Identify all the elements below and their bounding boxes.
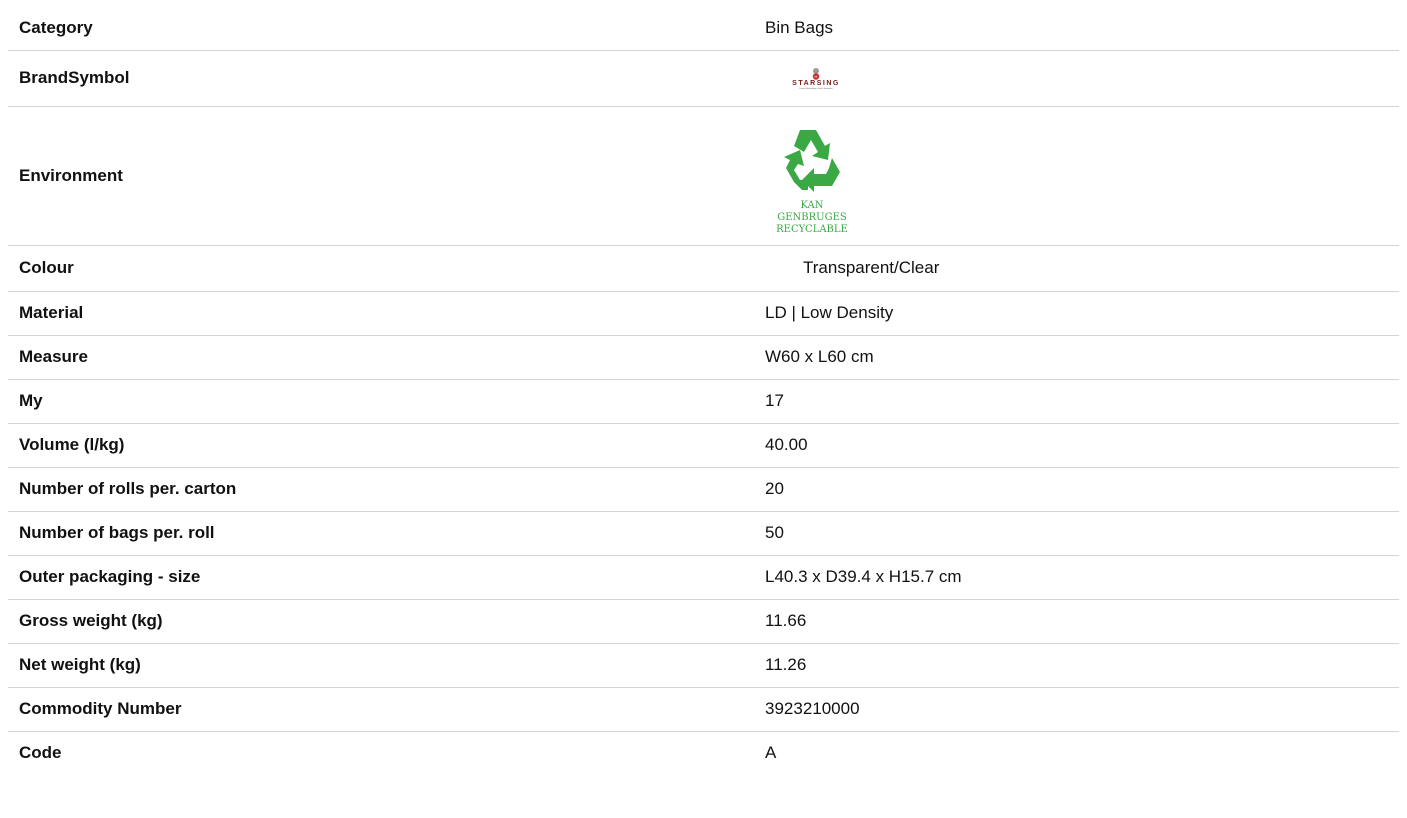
product-spec-table: Category Bin Bags BrandSymbol H STARSING… bbox=[8, 6, 1399, 775]
spec-label: My bbox=[19, 391, 43, 410]
spec-value: 50 bbox=[765, 523, 784, 542]
spec-row-category: Category Bin Bags bbox=[8, 6, 1399, 50]
spec-row-bags-per-roll: Number of bags per. roll 50 bbox=[8, 511, 1399, 555]
spec-row-environment: Environment KAN GENBRUGES RECYCLABLE bbox=[8, 106, 1399, 245]
recycle-logo: KAN GENBRUGES RECYCLABLE bbox=[776, 129, 848, 234]
brand-logo: H STARSING Lorem Emballage, Kerfe Soluti… bbox=[792, 68, 840, 90]
spec-label: Number of rolls per. carton bbox=[19, 479, 237, 498]
spec-label: Environment bbox=[19, 165, 123, 185]
spec-label: Code bbox=[19, 743, 62, 763]
spec-row-rolls-per-carton: Number of rolls per. carton 20 bbox=[8, 467, 1399, 511]
spec-value: Bin Bags bbox=[765, 17, 834, 37]
spec-value: 3923210000 bbox=[765, 699, 860, 718]
spec-row-measure: Measure W60 x L60 cm bbox=[8, 335, 1399, 379]
spec-row-outer-packaging-size: Outer packaging - size L40.3 x D39.4 x H… bbox=[8, 555, 1399, 599]
spec-label: Commodity Number bbox=[19, 699, 182, 718]
recycle-text-line-2: GENBRUGES bbox=[777, 212, 847, 223]
recycle-icon bbox=[784, 129, 840, 192]
spec-row-volume: Volume (l/kg) 40.00 bbox=[8, 423, 1399, 467]
spec-row-net-weight: Net weight (kg) 11.26 bbox=[8, 643, 1399, 687]
spec-row-gross-weight: Gross weight (kg) 11.66 bbox=[8, 599, 1399, 643]
spec-label: BrandSymbol bbox=[19, 68, 130, 87]
spec-label: Measure bbox=[19, 347, 88, 366]
spec-label: Material bbox=[19, 303, 84, 322]
recycle-text-line-3: RECYCLABLE bbox=[776, 224, 848, 234]
spec-label: Outer packaging - size bbox=[19, 567, 201, 586]
spec-value: Transparent/Clear bbox=[803, 258, 940, 277]
spec-row-material: Material LD | Low Density bbox=[8, 291, 1399, 335]
spec-value: 40.00 bbox=[765, 435, 808, 454]
spec-label: Gross weight (kg) bbox=[19, 611, 163, 630]
brand-logo-tagline: Lorem Emballage, Kerfe Solutions bbox=[799, 87, 833, 90]
spec-row-code: Code A bbox=[8, 731, 1399, 775]
spec-value: L40.3 x D39.4 x H15.7 cm bbox=[765, 567, 962, 586]
spec-label: Volume (l/kg) bbox=[19, 435, 125, 454]
spec-label: Colour bbox=[19, 258, 74, 277]
spec-value: W60 x L60 cm bbox=[765, 347, 874, 366]
spec-value: A bbox=[765, 743, 777, 763]
spec-row-my: My 17 bbox=[8, 379, 1399, 423]
spec-row-commodity-number: Commodity Number 3923210000 bbox=[8, 687, 1399, 731]
spec-value: 11.26 bbox=[765, 655, 807, 674]
spec-label: Number of bags per. roll bbox=[19, 523, 215, 542]
spec-label: Category bbox=[19, 17, 93, 37]
brand-logo-text: STARSING bbox=[792, 80, 840, 87]
spec-row-brand-symbol: BrandSymbol H STARSING Lorem Emballage, … bbox=[8, 50, 1399, 106]
spec-value: 11.66 bbox=[765, 611, 807, 630]
spec-value: 20 bbox=[765, 479, 784, 498]
spec-value: LD | Low Density bbox=[765, 303, 894, 322]
svg-text:H: H bbox=[815, 74, 818, 79]
spec-label: Net weight (kg) bbox=[19, 655, 141, 674]
recycle-text-line-1: KAN bbox=[800, 200, 823, 211]
spec-row-colour: Colour Transparent/Clear bbox=[8, 245, 1399, 291]
spec-value: 17 bbox=[765, 391, 784, 410]
